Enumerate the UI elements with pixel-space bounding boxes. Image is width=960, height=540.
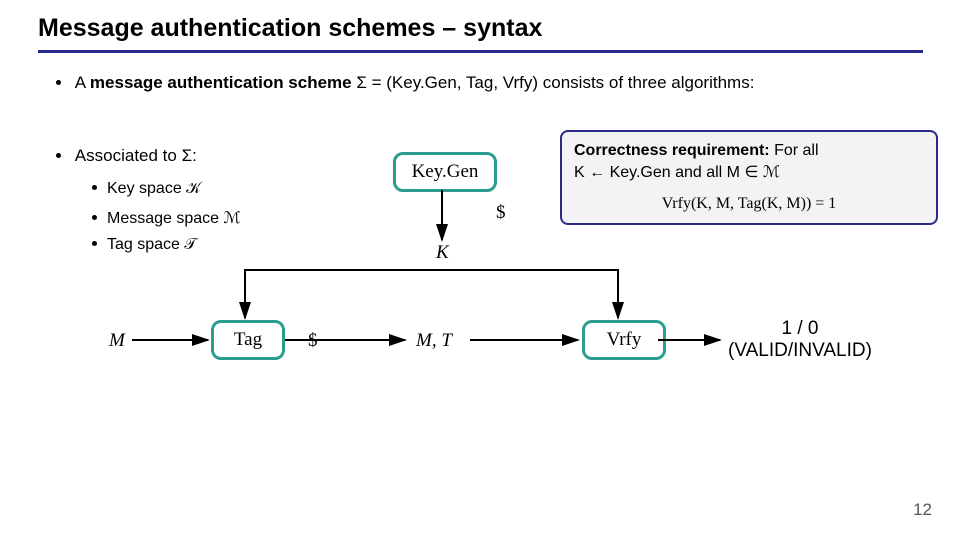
- arrow-k-to-tag: [245, 270, 442, 318]
- arrow-k-to-vrfy: [442, 270, 618, 318]
- arrows-svg: [0, 0, 960, 540]
- page-number: 12: [913, 500, 932, 520]
- slide: Message authentication schemes – syntax …: [0, 0, 960, 540]
